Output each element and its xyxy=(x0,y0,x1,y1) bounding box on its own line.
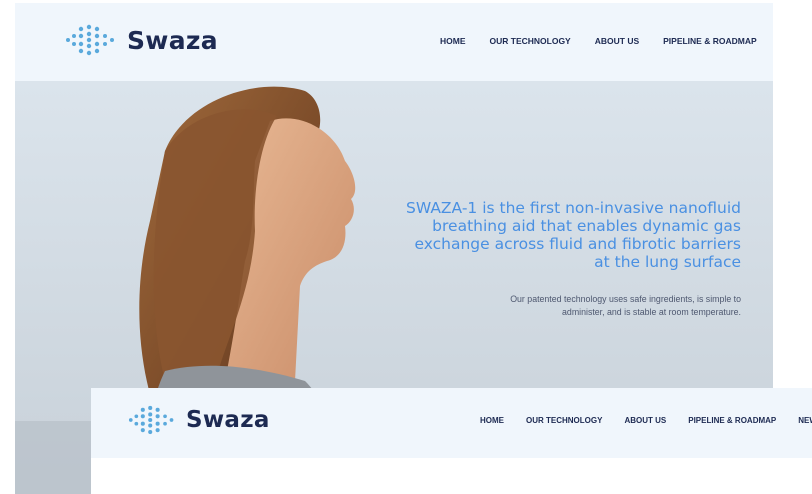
nav-about-us[interactable]: ABOUT US xyxy=(624,416,666,425)
dna-helix-icon xyxy=(66,24,114,56)
nav-pipeline-roadmap[interactable]: PIPELINE & ROADMAP xyxy=(663,36,757,46)
dna-helix-icon xyxy=(128,405,174,435)
hero-subtext-line: administer, and is stable at room temper… xyxy=(562,307,741,317)
nav-our-technology[interactable]: OUR TECHNOLOGY xyxy=(526,416,602,425)
main-nav: HOME OUR TECHNOLOGY ABOUT US PIPELINE & … xyxy=(440,36,773,46)
nav-about-us[interactable]: ABOUT US xyxy=(595,36,639,46)
hero-subtext-line: Our patented technology uses safe ingred… xyxy=(510,294,741,304)
brand-name: Swaza xyxy=(186,407,270,433)
nav-home[interactable]: HOME xyxy=(440,36,466,46)
hero-subtext: Our patented technology uses safe ingred… xyxy=(461,293,741,319)
nav-pipeline-roadmap[interactable]: PIPELINE & ROADMAP xyxy=(688,416,776,425)
site-header: Swaza HOME OUR TECHNOLOGY ABOUT US PIPEL… xyxy=(15,3,773,81)
foreground-window: Swaza HOME OUR TECHNOLOGY ABOUT US PIPEL… xyxy=(91,388,812,494)
nav-news[interactable]: NEWS xyxy=(798,416,812,425)
site-logo[interactable]: Swaza xyxy=(128,404,270,436)
hero-heading-line: exchange across fluid and fibrotic barri… xyxy=(414,235,741,253)
main-nav: HOME OUR TECHNOLOGY ABOUT US PIPELINE & … xyxy=(480,416,812,425)
site-logo[interactable]: Swaza xyxy=(65,23,218,57)
nav-home[interactable]: HOME xyxy=(480,416,504,425)
brand-name: Swaza xyxy=(127,25,218,55)
nav-our-technology[interactable]: OUR TECHNOLOGY xyxy=(490,36,571,46)
hero-heading: SWAZA-1 is the first non-invasive nanofl… xyxy=(381,199,741,271)
hero-heading-line: at the lung surface xyxy=(594,253,741,271)
site-header: Swaza HOME OUR TECHNOLOGY ABOUT US PIPEL… xyxy=(91,388,812,458)
hero-heading-line: breathing aid that enables dynamic gas xyxy=(432,217,741,235)
hero-heading-line: SWAZA-1 is the first non-invasive nanofl… xyxy=(406,199,741,217)
